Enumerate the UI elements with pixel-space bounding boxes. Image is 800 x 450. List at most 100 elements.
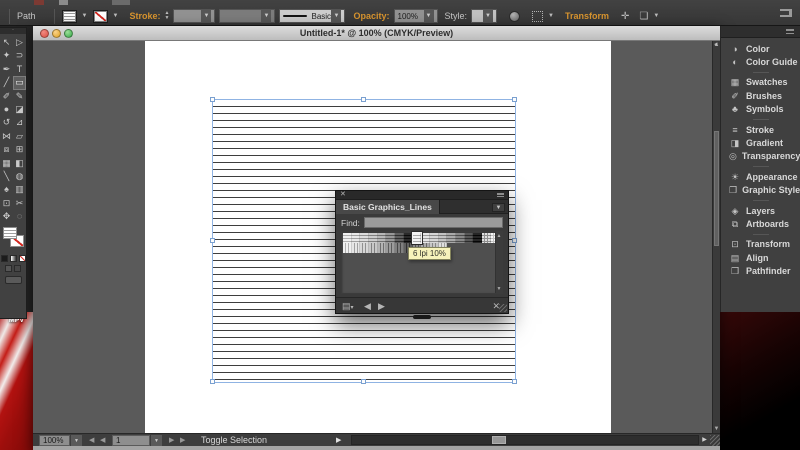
panel-button-artboards[interactable]: ⧉Artboards [721,217,800,230]
vertical-scrollbar[interactable]: ▲ ▼ [712,41,720,433]
transform-link[interactable]: Transform [565,11,609,21]
pattern-swatch[interactable] [447,233,456,243]
none-button[interactable] [19,255,26,262]
panel-top-bar[interactable]: ✕ [336,191,508,200]
pattern-swatch[interactable] [352,243,361,253]
panel-menu-icon[interactable]: ▼ [492,203,505,212]
panel-button-transparency[interactable]: ◎Transparency [721,150,800,163]
screen-mode-button[interactable] [5,276,22,284]
artboard-number-field[interactable]: 1 [112,435,150,446]
last-artboard-icon[interactable]: ▶ [180,436,185,446]
chevron-down-icon[interactable]: ▼ [424,10,434,22]
tool-magic-wand[interactable]: ✦ [0,49,13,62]
tool-lasso[interactable]: ⊃ [13,49,26,62]
find-input[interactable] [364,217,503,228]
tool-width[interactable]: ⋈ [0,130,13,143]
style-dropdown[interactable]: ▼ [471,9,497,23]
pattern-swatch[interactable] [465,233,474,243]
selection-handle-tl[interactable] [210,97,215,102]
panel-button-swatches[interactable]: ▦Swatches [721,76,800,89]
close-icon[interactable]: ✕ [340,191,346,199]
pattern-swatch[interactable] [343,243,352,253]
stroke-color-swatch[interactable] [93,10,108,23]
artboard-dropdown-button[interactable]: ▼ [151,435,162,446]
pattern-swatch[interactable] [360,243,369,253]
tool-free-transform[interactable]: ▱ [13,130,26,143]
tool-eraser[interactable]: ◪ [13,103,26,116]
panel-resize-grip[interactable] [499,304,507,312]
status-menu-icon[interactable]: ▶ [336,436,341,446]
selection-handle-mr[interactable] [512,238,517,243]
tool-direct-selection[interactable]: ▷ [13,36,26,49]
previous-artboard-icon[interactable]: ◀ [100,436,105,446]
pattern-swatch[interactable] [395,233,404,243]
chevron-down-icon[interactable]: ▼ [652,10,660,23]
tool-paintbrush[interactable]: ✐ [0,90,13,103]
selection-handle-bm[interactable] [361,379,366,384]
window-resize-grip[interactable] [710,435,720,446]
pattern-swatch[interactable] [439,233,448,243]
tool-hand[interactable]: ✥ [0,210,13,223]
tool-mesh[interactable]: ▦ [0,157,13,170]
zoom-level-field[interactable]: 100% [39,435,70,446]
tool-eyedropper[interactable]: ╲ [0,170,13,183]
dock-options-icon[interactable] [786,29,794,34]
zoom-window-button[interactable] [64,29,73,38]
pattern-swatch[interactable] [369,243,378,253]
pattern-swatch[interactable] [378,243,387,253]
tool-rotate[interactable]: ↺ [0,116,13,129]
pattern-swatch[interactable] [456,233,465,243]
panel-button-symbols[interactable]: ♣Symbols [721,103,800,116]
panel-button-stroke[interactable]: ≡Stroke [721,123,800,136]
tool-rectangle[interactable]: ▭ [13,76,26,89]
pattern-swatch[interactable] [482,233,491,243]
vertical-scroll-thumb[interactable] [714,131,719,246]
gradient-button[interactable] [10,255,17,262]
isolate-selection-icon[interactable]: ✛ [621,11,629,22]
chevron-down-icon[interactable]: ▼ [261,10,271,22]
tool-line-segment[interactable]: ╱ [0,76,13,89]
swatch-library-panel[interactable]: ✕ Basic Graphics_Lines ▼ Find: 6 lpi 10%… [335,190,509,314]
arrange-icon[interactable]: ❏ [639,11,648,22]
stroke-weight-dropdown[interactable]: ▼ [173,9,215,23]
pattern-swatch[interactable] [404,233,413,243]
chevron-down-icon[interactable]: ▼ [81,10,89,23]
pattern-swatch[interactable] [473,233,482,243]
window-titlebar[interactable]: Untitled-1* @ 100% (CMYK/Preview) [33,26,720,41]
tool-zoom[interactable]: ◌ [13,210,26,223]
tool-type[interactable]: T [13,63,26,76]
first-artboard-icon[interactable]: ◀ [89,436,94,446]
pattern-swatch[interactable] [343,233,352,243]
selection-handle-br[interactable] [512,379,517,384]
panel-drag-handle[interactable] [413,315,431,319]
panel-button-gradient[interactable]: ◨Gradient [721,136,800,149]
dock-expand-icon[interactable]: ◂ [714,40,718,48]
chevron-down-icon[interactable]: ▼ [331,10,341,22]
panel-button-align[interactable]: ▤Align [721,251,800,264]
pattern-swatch[interactable] [360,233,369,243]
pattern-swatch[interactable] [395,243,404,253]
panel-button-color-guide[interactable]: ◐Color Guide [721,55,800,68]
tool-blend[interactable]: ◍ [13,170,26,183]
pattern-swatch[interactable] [430,233,439,243]
variable-width-dropdown[interactable]: ▼ [219,9,275,23]
chevron-down-icon[interactable]: ▼ [547,10,555,23]
panel-collapse-icon[interactable] [497,193,504,197]
draw-normal-button[interactable] [5,265,12,272]
chevron-down-icon[interactable]: ▼ [112,10,120,23]
pattern-swatch[interactable] [369,233,378,243]
draw-behind-button[interactable] [14,265,21,272]
library-menu-icon[interactable]: ▤▾ [342,300,354,314]
pattern-swatch[interactable] [352,233,361,243]
minimize-window-button[interactable] [52,29,61,38]
pattern-swatch[interactable] [378,233,387,243]
panel-button-graphic-styles[interactable]: ❐Graphic Styles [721,184,800,197]
scroll-right-icon[interactable]: ▶ [699,435,710,446]
globe-icon[interactable] [509,11,520,22]
panel-button-color[interactable]: ◑Color [721,42,800,55]
fill-color-swatch[interactable] [62,10,77,23]
next-library-icon[interactable]: ▶ [378,300,385,312]
chevron-down-icon[interactable]: ▼ [483,10,493,22]
panel-button-brushes[interactable]: ✐Brushes [721,89,800,102]
stroke-panel-link[interactable]: Stroke: [130,11,161,21]
